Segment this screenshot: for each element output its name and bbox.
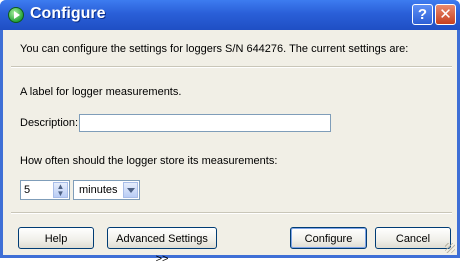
description-input[interactable] — [79, 114, 331, 132]
spinner-arrows-icon[interactable]: ▲ ▼ — [53, 182, 68, 198]
resize-grip-icon[interactable] — [445, 243, 455, 253]
divider — [11, 212, 452, 214]
interval-section-heading: How often should the logger store its me… — [20, 155, 278, 167]
divider — [11, 66, 452, 68]
help-button[interactable]: Help — [18, 227, 94, 249]
title-close-button[interactable]: ✕ — [435, 4, 456, 25]
description-label: Description: — [20, 117, 79, 129]
configure-dialog: Configure ? ✕ You can configure the sett… — [0, 0, 460, 265]
configure-button[interactable]: Configure — [290, 227, 367, 249]
cancel-button[interactable]: Cancel — [375, 227, 451, 249]
interval-unit-value: minutes — [79, 184, 118, 196]
interval-stepper[interactable]: 5 ▲ ▼ — [20, 180, 70, 200]
interval-value: 5 — [24, 184, 31, 196]
interval-unit-select[interactable]: minutes — [73, 180, 140, 200]
chevron-down-icon[interactable] — [123, 182, 138, 198]
label-section-heading: A label for logger measurements. — [20, 86, 182, 98]
intro-text: You can configure the settings for logge… — [20, 43, 409, 55]
title-bar[interactable]: Configure ? ✕ — [0, 0, 460, 30]
advanced-settings-button[interactable]: Advanced Settings >> — [107, 227, 217, 265]
title-help-button[interactable]: ? — [412, 4, 433, 25]
window-title: Configure — [30, 5, 106, 22]
app-play-icon — [8, 7, 24, 23]
